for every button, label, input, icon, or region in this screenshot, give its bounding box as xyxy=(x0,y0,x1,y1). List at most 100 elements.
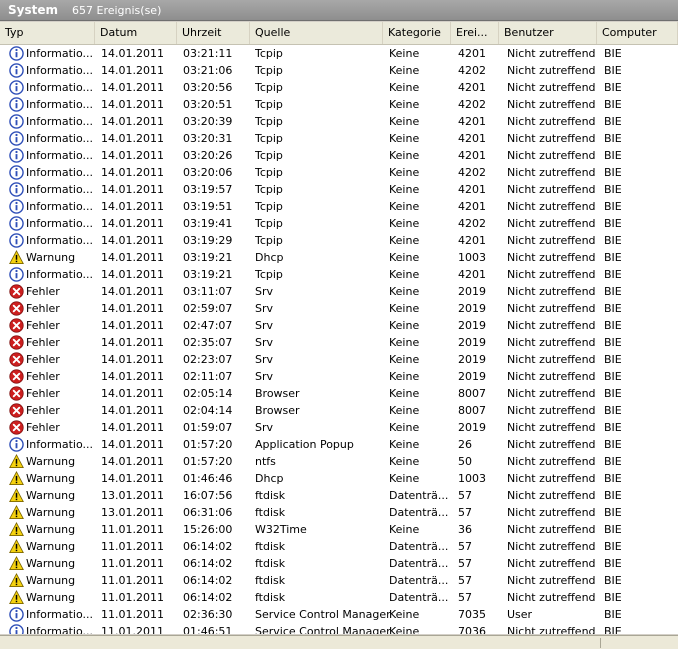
date-cell: 14.01.2011 xyxy=(101,132,164,145)
category-cell: Keine xyxy=(389,336,420,349)
time-cell: 03:20:39 xyxy=(183,115,233,128)
table-row[interactable]: Informatio... 11.01.2011 01:46:51 Service C… xyxy=(0,623,678,634)
source-cell: W32Time xyxy=(255,523,307,536)
table-row[interactable]: Warnung 11.01.2011 06:14:02 ftdisk Datenträ.… xyxy=(0,572,678,589)
source-cell: Tcpip xyxy=(255,98,283,111)
category-cell: Keine xyxy=(389,166,420,179)
user-cell: Nicht zutreffend xyxy=(507,353,596,366)
computer-cell: BIE xyxy=(604,285,622,298)
time-cell: 03:20:26 xyxy=(183,149,233,162)
time-cell: 02:23:07 xyxy=(183,353,233,366)
error-icon xyxy=(9,403,24,418)
table-row[interactable]: Informatio... 14.01.2011 03:19:51 Tcpip Kein… xyxy=(0,198,678,215)
time-cell: 03:19:21 xyxy=(183,251,233,264)
table-row[interactable]: Fehler 14.01.2011 03:11:07 Srv Keine 2019 Nich… xyxy=(0,283,678,300)
user-cell: Nicht zutreffend xyxy=(507,183,596,196)
table-row[interactable]: Informatio... 14.01.2011 03:19:57 Tcpip Kein… xyxy=(0,181,678,198)
column-header-time[interactable]: Uhrzeit xyxy=(177,22,250,44)
time-cell: 01:57:20 xyxy=(183,455,233,468)
event-id-cell: 8007 xyxy=(458,404,486,417)
event-id-cell: 57 xyxy=(458,489,472,502)
source-cell: Srv xyxy=(255,319,274,332)
table-row[interactable]: Informatio... 14.01.2011 03:21:11 Tcpip Kein… xyxy=(0,45,678,62)
type-cell: Fehler xyxy=(26,285,60,298)
time-cell: 02:35:07 xyxy=(183,336,233,349)
error-icon xyxy=(9,284,24,299)
type-cell: Fehler xyxy=(26,387,60,400)
user-cell: Nicht zutreffend xyxy=(507,438,596,451)
user-cell: Nicht zutreffend xyxy=(507,336,596,349)
event-list[interactable]: Typ Datum Uhrzeit Quelle Kategorie Erei.… xyxy=(0,22,678,634)
column-header-category[interactable]: Kategorie xyxy=(383,22,451,44)
column-header-type[interactable]: Typ xyxy=(0,22,95,44)
status-bar xyxy=(0,635,678,649)
source-cell: Browser xyxy=(255,387,300,400)
user-cell: Nicht zutreffend xyxy=(507,574,596,587)
type-cell: Warnung xyxy=(26,506,76,519)
type-cell: Informatio... xyxy=(26,625,93,634)
column-header-date[interactable]: Datum xyxy=(95,22,177,44)
table-row[interactable]: Informatio... 14.01.2011 03:20:39 Tcpip Kein… xyxy=(0,113,678,130)
column-header-source[interactable]: Quelle xyxy=(250,22,383,44)
table-row[interactable]: Fehler 14.01.2011 02:23:07 Srv Keine 2019 Nich… xyxy=(0,351,678,368)
date-cell: 14.01.2011 xyxy=(101,268,164,281)
table-row[interactable]: Informatio... 14.01.2011 03:19:41 Tcpip Kein… xyxy=(0,215,678,232)
table-row[interactable]: Informatio... 14.01.2011 03:20:31 Tcpip Kein… xyxy=(0,130,678,147)
type-cell: Warnung xyxy=(26,489,76,502)
table-row[interactable]: Warnung 11.01.2011 15:26:00 W32Time Keine 36 N… xyxy=(0,521,678,538)
event-id-cell: 4201 xyxy=(458,200,486,213)
source-cell: Tcpip xyxy=(255,64,283,77)
table-row[interactable]: Warnung 13.01.2011 06:31:06 ftdisk Datenträ.… xyxy=(0,504,678,521)
table-row[interactable]: Informatio... 14.01.2011 03:19:21 Tcpip Kein… xyxy=(0,266,678,283)
table-row[interactable]: Warnung 11.01.2011 06:14:02 ftdisk Datenträ.… xyxy=(0,589,678,606)
table-row[interactable]: Warnung 11.01.2011 06:14:02 ftdisk Datenträ.… xyxy=(0,555,678,572)
computer-cell: BIE xyxy=(604,166,622,179)
event-id-cell: 57 xyxy=(458,557,472,570)
table-row[interactable]: Informatio... 11.01.2011 02:36:30 Service C… xyxy=(0,606,678,623)
table-row[interactable]: Warnung 14.01.2011 01:46:46 Dhcp Keine 1003 Ni… xyxy=(0,470,678,487)
time-cell: 03:21:11 xyxy=(183,47,233,60)
info-icon xyxy=(9,182,24,197)
computer-cell: BIE xyxy=(604,268,622,281)
type-cell: Warnung xyxy=(26,540,76,553)
table-row[interactable]: Fehler 14.01.2011 01:59:07 Srv Keine 2019 Nich… xyxy=(0,419,678,436)
user-cell: Nicht zutreffend xyxy=(507,370,596,383)
table-row[interactable]: Informatio... 14.01.2011 03:20:56 Tcpip Kein… xyxy=(0,79,678,96)
time-cell: 03:19:57 xyxy=(183,183,233,196)
user-cell: Nicht zutreffend xyxy=(507,404,596,417)
table-row[interactable]: Informatio... 14.01.2011 03:20:51 Tcpip Kein… xyxy=(0,96,678,113)
table-row[interactable]: Informatio... 14.01.2011 01:57:20 Applicati… xyxy=(0,436,678,453)
table-row[interactable]: Warnung 14.01.2011 01:57:20 ntfs Keine 50 Nich… xyxy=(0,453,678,470)
type-cell: Warnung xyxy=(26,574,76,587)
table-row[interactable]: Warnung 14.01.2011 03:19:21 Dhcp Keine 1003 Ni… xyxy=(0,249,678,266)
table-row[interactable]: Informatio... 14.01.2011 03:20:26 Tcpip Kein… xyxy=(0,147,678,164)
date-cell: 14.01.2011 xyxy=(101,438,164,451)
computer-cell: BIE xyxy=(604,353,622,366)
column-header-user[interactable]: Benutzer xyxy=(499,22,597,44)
user-cell: Nicht zutreffend xyxy=(507,200,596,213)
table-row[interactable]: Warnung 11.01.2011 06:14:02 ftdisk Datenträ.… xyxy=(0,538,678,555)
type-cell: Fehler xyxy=(26,319,60,332)
column-header-event[interactable]: Erei... xyxy=(451,22,499,44)
table-row[interactable]: Informatio... 14.01.2011 03:21:06 Tcpip Kein… xyxy=(0,62,678,79)
column-header-computer[interactable]: Computer xyxy=(597,22,678,44)
table-row[interactable]: Fehler 14.01.2011 02:59:07 Srv Keine 2019 Nich… xyxy=(0,300,678,317)
table-row[interactable]: Informatio... 14.01.2011 03:19:29 Tcpip Kein… xyxy=(0,232,678,249)
category-cell: Datenträ... xyxy=(389,540,449,553)
user-cell: User xyxy=(507,608,533,621)
type-cell: Informatio... xyxy=(26,149,93,162)
event-id-cell: 50 xyxy=(458,455,472,468)
table-row[interactable]: Fehler 14.01.2011 02:47:07 Srv Keine 2019 Nich… xyxy=(0,317,678,334)
date-cell: 11.01.2011 xyxy=(101,574,164,587)
table-row[interactable]: Informatio... 14.01.2011 03:20:06 Tcpip Kein… xyxy=(0,164,678,181)
event-id-cell: 4202 xyxy=(458,64,486,77)
date-cell: 14.01.2011 xyxy=(101,285,164,298)
table-row[interactable]: Fehler 14.01.2011 02:11:07 Srv Keine 2019 Nich… xyxy=(0,368,678,385)
source-cell: ftdisk xyxy=(255,591,286,604)
warning-icon xyxy=(9,505,24,520)
table-row[interactable]: Fehler 14.01.2011 02:35:07 Srv Keine 2019 Nich… xyxy=(0,334,678,351)
table-row[interactable]: Fehler 14.01.2011 02:05:14 Browser Keine 8007… xyxy=(0,385,678,402)
table-row[interactable]: Fehler 14.01.2011 02:04:14 Browser Keine 8007… xyxy=(0,402,678,419)
table-row[interactable]: Warnung 13.01.2011 16:07:56 ftdisk Datenträ.… xyxy=(0,487,678,504)
event-id-cell: 1003 xyxy=(458,472,486,485)
